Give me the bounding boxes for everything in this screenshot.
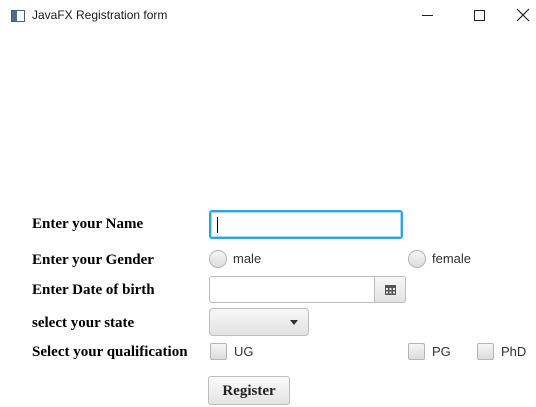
phd-checkbox[interactable] bbox=[477, 343, 494, 360]
ug-checkbox-label: UG bbox=[234, 344, 254, 359]
phd-checkbox-label: PhD bbox=[501, 344, 527, 359]
name-label: Enter your Name bbox=[32, 216, 144, 232]
maximize-button[interactable] bbox=[456, 0, 502, 32]
maximize-icon bbox=[474, 10, 485, 21]
text-caret bbox=[217, 217, 218, 233]
calendar-icon bbox=[385, 285, 396, 295]
name-input[interactable] bbox=[209, 210, 403, 239]
female-radio-label: female bbox=[432, 251, 472, 266]
qualification-label: Select your qualification bbox=[32, 344, 188, 360]
window-title: JavaFX Registration form bbox=[32, 8, 168, 22]
window-app-icon bbox=[11, 10, 25, 22]
title-bar: JavaFX Registration form bbox=[0, 0, 536, 32]
pg-checkbox-label: PG bbox=[432, 344, 451, 359]
dob-input[interactable] bbox=[209, 276, 375, 303]
chevron-down-icon bbox=[290, 320, 298, 325]
register-button[interactable]: Register bbox=[208, 376, 290, 405]
female-radio[interactable] bbox=[408, 250, 426, 268]
gender-label: Enter your Gender bbox=[32, 252, 154, 268]
close-button[interactable] bbox=[500, 0, 536, 32]
dob-label: Enter Date of birth bbox=[32, 282, 155, 298]
male-radio[interactable] bbox=[209, 250, 227, 268]
minimize-icon bbox=[422, 15, 433, 16]
close-icon bbox=[516, 8, 530, 22]
date-picker-button[interactable] bbox=[374, 276, 406, 303]
male-radio-label: male bbox=[233, 251, 262, 266]
minimize-button[interactable] bbox=[404, 0, 450, 32]
pg-checkbox[interactable] bbox=[408, 343, 425, 360]
state-label: select your state bbox=[32, 315, 135, 331]
state-combo-box[interactable] bbox=[209, 308, 309, 336]
ug-checkbox[interactable] bbox=[210, 343, 227, 360]
